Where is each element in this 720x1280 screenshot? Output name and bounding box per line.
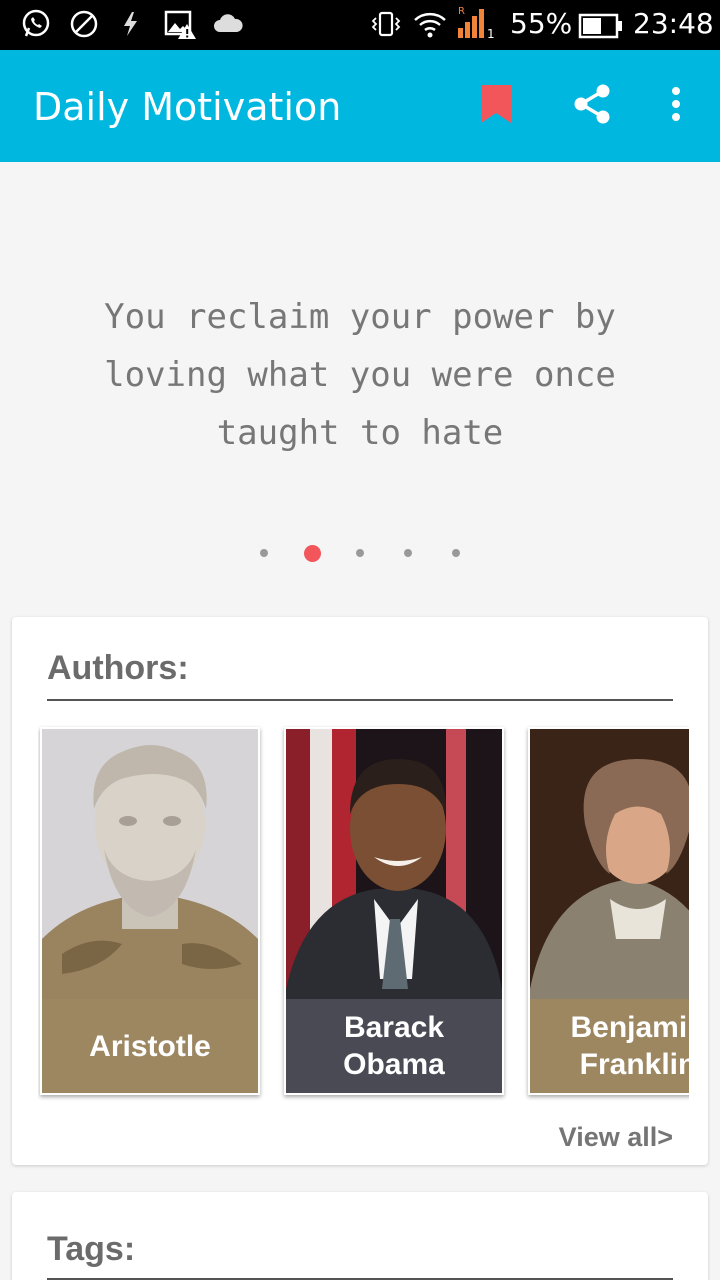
image-warning-icon: [163, 8, 199, 45]
cloud-icon: [212, 8, 244, 45]
divider: [47, 699, 673, 701]
app-bar: Daily Motivation: [0, 50, 720, 162]
view-all-link[interactable]: View all>: [559, 1122, 673, 1153]
author-tile-benjamin-franklin[interactable]: Benjamin Franklin: [528, 727, 689, 1095]
author-name: Barack Obama: [286, 999, 502, 1093]
page-dot-active[interactable]: [304, 545, 321, 562]
page-indicator[interactable]: [0, 544, 720, 564]
page-dot[interactable]: [260, 549, 268, 557]
author-tile-aristotle[interactable]: Aristotle: [40, 727, 260, 1095]
authors-card: Authors: Aristotle Barack Obama Benjami …: [12, 617, 708, 1165]
author-tile-barack-obama[interactable]: Barack Obama: [284, 727, 504, 1095]
flash-icon: [120, 8, 142, 45]
vibrate-icon: [370, 8, 402, 45]
tags-card: Tags:: [12, 1192, 708, 1280]
author-name: Aristotle: [42, 999, 258, 1093]
signal-icon: R 1: [456, 4, 498, 45]
authors-carousel[interactable]: Aristotle Barack Obama Benjami Franklin: [38, 725, 689, 1103]
battery-icon: [578, 12, 624, 45]
status-bar: R 1 55% 23:48: [0, 0, 720, 50]
share-icon: [572, 83, 612, 130]
page-dot[interactable]: [404, 549, 412, 557]
battery-percent: 55%: [510, 7, 573, 40]
quote-text: You reclaim your power by loving what yo…: [104, 297, 616, 453]
overflow-menu-icon: [671, 86, 681, 127]
whatsapp-icon: [20, 8, 52, 45]
page-dot[interactable]: [452, 549, 460, 557]
wifi-icon: [412, 8, 448, 45]
svg-text:R: R: [458, 6, 465, 17]
author-portrait-aristotle: [42, 729, 258, 999]
author-name: Benjamin Franklin: [530, 999, 689, 1093]
authors-heading: Authors:: [47, 649, 189, 687]
app-title: Daily Motivation: [33, 85, 342, 129]
share-button[interactable]: [566, 80, 618, 132]
tags-heading: Tags:: [47, 1230, 136, 1268]
blocked-icon: [68, 8, 100, 45]
page-dot[interactable]: [356, 549, 364, 557]
bookmark-icon: [481, 84, 511, 128]
overflow-menu-button[interactable]: [656, 80, 696, 132]
svg-text:1: 1: [487, 27, 495, 40]
clock: 23:48: [633, 7, 714, 40]
author-portrait-benjamin-franklin: [530, 729, 689, 999]
bookmark-button[interactable]: [470, 80, 522, 132]
author-portrait-barack-obama: [286, 729, 502, 999]
